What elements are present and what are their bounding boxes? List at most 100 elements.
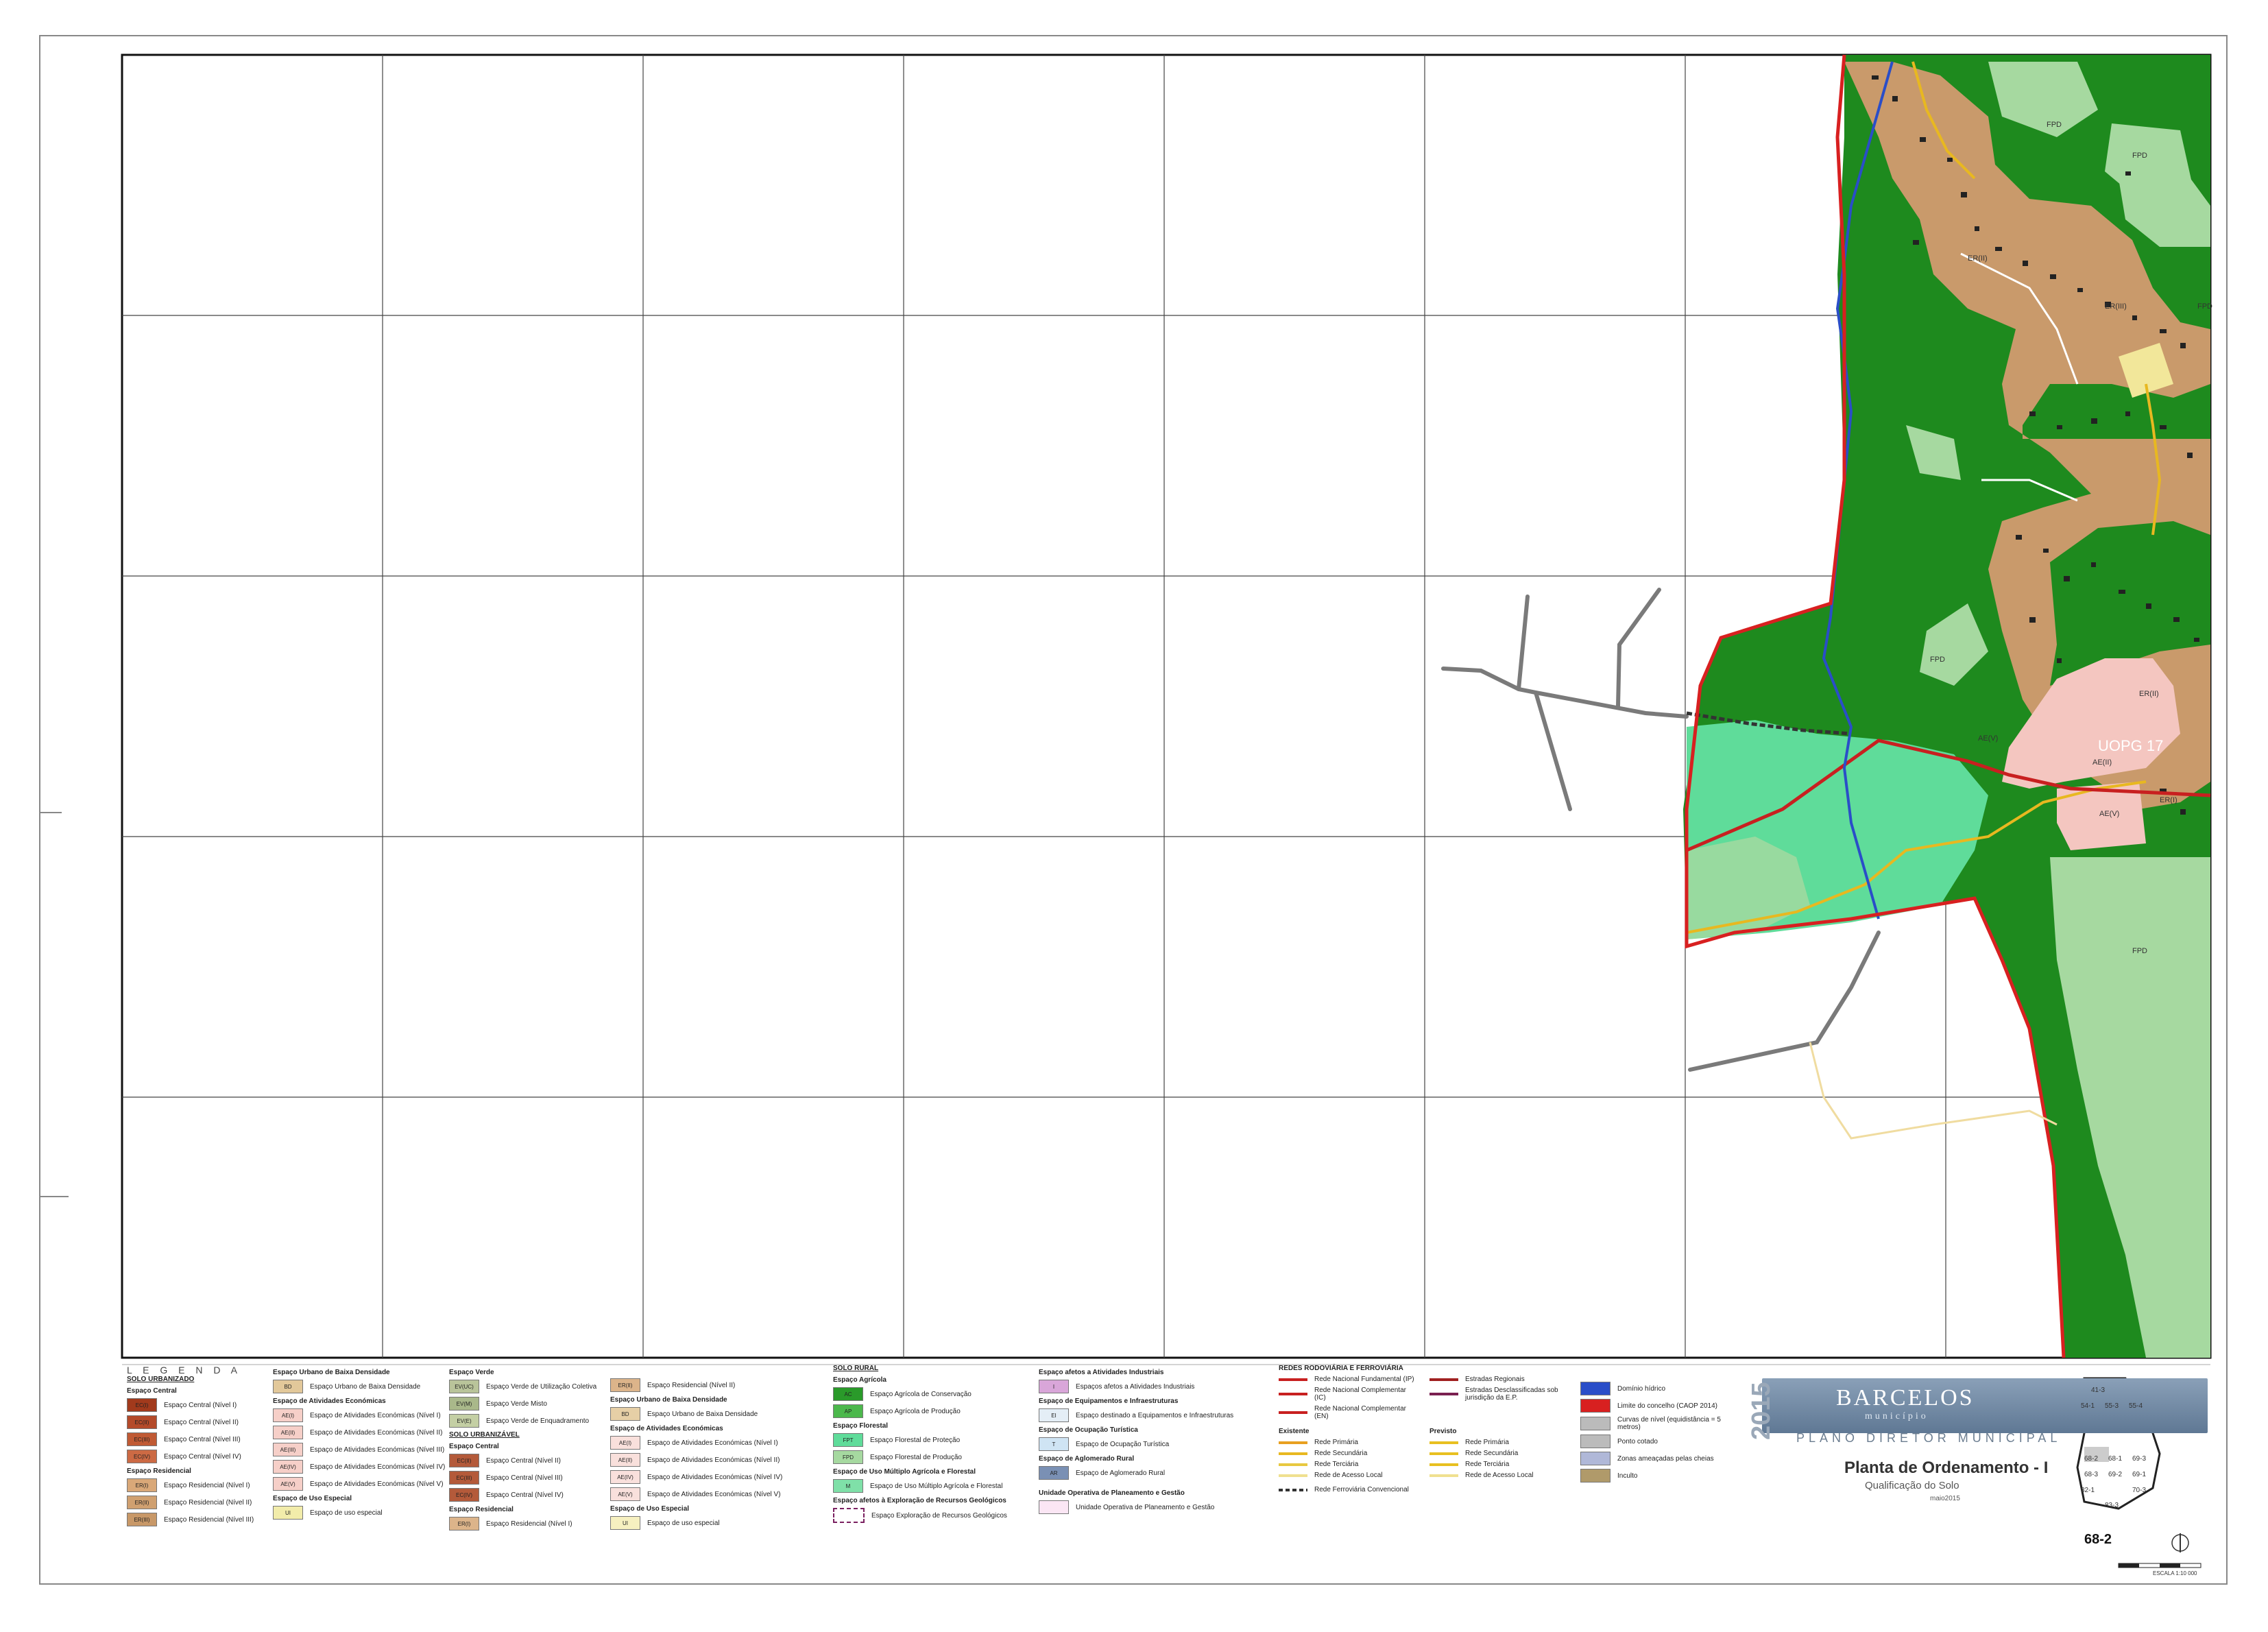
- map-label: FPD: [1930, 656, 1945, 664]
- legend-swatch: [1039, 1500, 1069, 1514]
- legend-swatch: [833, 1508, 865, 1523]
- legend-item-label: Ponto cotado: [1617, 1437, 1658, 1445]
- map-title: Planta de Ordenamento - I: [1844, 1459, 2049, 1477]
- legend-item-label: Espaço de Atividades Económicas (Nível I…: [310, 1411, 441, 1419]
- legend-item: EV(E) Espaço Verde de Enquadramento: [449, 1414, 596, 1428]
- legend-item-label: Rede Primária: [1465, 1439, 1509, 1446]
- legend-item: EC(IV) Espaço Central (Nível IV): [127, 1450, 254, 1463]
- legend-title: L E G E N D A: [127, 1365, 241, 1376]
- legend-swatch: [1279, 1463, 1307, 1466]
- legend-item: UI Espaço de uso especial: [273, 1506, 445, 1520]
- legend-swatch: AE(IV): [273, 1460, 303, 1474]
- legend-swatch: EI: [1039, 1408, 1069, 1422]
- legend-item-label: Curvas de nível (equidistância = 5 metro…: [1617, 1416, 1721, 1431]
- legend-item: AE(III) Espaço de Atividades Económicas (…: [273, 1443, 445, 1456]
- legend-swatch: [1580, 1382, 1610, 1395]
- legend-item: EC(I) Espaço Central (Nível I): [127, 1398, 254, 1412]
- legend-item-label: Rede Terciária: [1465, 1461, 1510, 1468]
- legend-swatch: EC(III): [449, 1471, 479, 1485]
- legend-item: ER(II) Espaço Residencial (Nível II): [610, 1378, 782, 1392]
- legend-item: BD Espaço Urbano de Baixa Densidade: [273, 1380, 445, 1393]
- legend-column: ER(II) Espaço Residencial (Nível II) Espa…: [610, 1375, 782, 1533]
- legend-swatch: ER(III): [127, 1513, 157, 1526]
- legend-swatch: EV(E): [449, 1414, 479, 1428]
- map-label: AE(V): [2099, 810, 2119, 818]
- legend-item-label: Espaço Residencial (Nível II): [647, 1381, 736, 1389]
- legend-item: Espaço Exploração de Recursos Geológicos: [833, 1508, 1007, 1523]
- legend-item: FPT Espaço Florestal de Proteção: [833, 1433, 1007, 1447]
- legend-item: Rede Primária: [1279, 1439, 1416, 1446]
- legend-item: ER(II) Espaço Residencial (Nível II): [127, 1496, 254, 1509]
- legend-item: BD Espaço Urbano de Baixa Densidade: [610, 1407, 782, 1421]
- map-label: FPD: [2132, 152, 2147, 160]
- legend-existing-label: Existente: [1279, 1428, 1310, 1435]
- legend-group-title: Espaço de Uso Múltiplo Agrícola e Flores…: [833, 1468, 976, 1476]
- legend-swatch: AP: [833, 1404, 863, 1418]
- legend-item-label: Espaço destinado a Equipamentos e Infrae…: [1076, 1411, 1234, 1419]
- legend-item-label: Espaço Central (Nível IV): [164, 1452, 241, 1461]
- keymap-cell-label: 41-3: [2091, 1387, 2106, 1394]
- keymap-cell-label: 70-3: [2132, 1487, 2147, 1494]
- legend-item-label: Domínio hídrico: [1617, 1384, 1666, 1393]
- legend-swatch: AE(V): [273, 1477, 303, 1491]
- legend-swatch: [1279, 1474, 1307, 1477]
- legend-group-title: REDES RODOVIÁRIA E FERROVIÁRIA: [1279, 1365, 1403, 1372]
- legend-swatch: ER(II): [127, 1496, 157, 1509]
- legend-item-label: Espaço Agrícola de Produção: [870, 1407, 961, 1415]
- legend-item-label: Rede de Acesso Local: [1465, 1472, 1534, 1479]
- legend-item-label: Espaço de Atividades Económicas (Nível I…: [310, 1428, 443, 1437]
- legend-item: Rede Secundária: [1279, 1450, 1416, 1457]
- legend-item: AE(I) Espaço de Atividades Económicas (Ní…: [610, 1436, 782, 1450]
- legend-swatch: EV(M): [449, 1397, 479, 1411]
- legend-swatch: M: [833, 1479, 863, 1493]
- legend-item-label: Espaço de Atividades Económicas (Nível I…: [647, 1473, 783, 1481]
- legend-item-label: Espaços afetos a Atividades Industriais: [1076, 1382, 1195, 1391]
- legend-item-label: Rede Ferroviária Convencional: [1314, 1486, 1409, 1493]
- legend-swatch: [1580, 1435, 1610, 1448]
- sheet-number: 68-2: [2084, 1532, 2112, 1547]
- map-label: AE(II): [2092, 758, 2112, 767]
- legend-item: AR Espaço de Aglomerado Rural: [1039, 1466, 1233, 1480]
- map-label: AE(V): [1978, 734, 1998, 743]
- legend-item-label: Rede Nacional Complementar (EN): [1314, 1405, 1406, 1420]
- legend-item-label: Espaço de Atividades Económicas (Nível V…: [647, 1490, 781, 1498]
- legend-group-title: Espaço de Uso Especial: [610, 1505, 690, 1513]
- legend-item: Curvas de nível (equidistância = 5 metro…: [1580, 1416, 1731, 1431]
- legend-item: EI Espaço destinado a Equipamentos e Infr…: [1039, 1408, 1233, 1422]
- scale-text: ESCALA 1:10 000: [2153, 1570, 2197, 1576]
- legend-item-label: Espaço Residencial (Nível I): [164, 1481, 250, 1489]
- legend-column: Espaço Verde EV(UC) Espaço Verde de Utili…: [449, 1365, 596, 1534]
- legend-item: EC(II) Espaço Central (Nível II): [449, 1454, 596, 1467]
- map-frame: FPD FPD FPD FPD ER(II) ER(III) AE(II) AE(V) AE(V…: [121, 53, 2212, 1359]
- legend-swatch: EC(III): [127, 1432, 157, 1446]
- legend-item-label: Espaço de Uso Múltiplo Agrícola e Flores…: [870, 1482, 1003, 1490]
- legend-swatch: AR: [1039, 1466, 1069, 1480]
- legend-item-label: Espaço Verde Misto: [486, 1400, 547, 1408]
- legend-item-label: Espaço de Atividades Económicas (Nível I…: [310, 1445, 445, 1454]
- legend-item: EV(UC) Espaço Verde de Utilização Coletiv…: [449, 1380, 596, 1393]
- legend-group-title: Espaço de Atividades Económicas: [610, 1425, 723, 1432]
- legend-group-title: SOLO URBANIZÁVEL: [449, 1431, 520, 1439]
- legend-swatch: AE(I): [273, 1408, 303, 1422]
- legend-column: Espaço Urbano de Baixa Densidade BD Espaç…: [273, 1365, 445, 1523]
- legend-group-title: Espaço Residencial: [449, 1506, 514, 1513]
- legend-item-label: Rede de Acesso Local: [1314, 1472, 1383, 1479]
- legend-item: Rede Terciária: [1429, 1461, 1567, 1468]
- legend-swatch: EC(I): [127, 1398, 157, 1412]
- legend-item: AE(V) Espaço de Atividades Económicas (Ní…: [273, 1477, 445, 1491]
- legend-group-title: Espaço Florestal: [833, 1422, 889, 1430]
- map-label: ER(II): [2139, 690, 2159, 698]
- legend-item-label: Zonas ameaçadas pelas cheias: [1617, 1454, 1714, 1463]
- legend-item: Rede Nacional Fundamental (IP): [1279, 1376, 1416, 1383]
- legend-swatch: FPD: [833, 1450, 863, 1464]
- legend-group-title: Espaço de Equipamentos e Infraestruturas: [1039, 1397, 1179, 1405]
- legend-item-label: Espaço de uso especial: [647, 1519, 720, 1527]
- legend-item: Estradas Desclassificadas sob jurisdição…: [1429, 1387, 1567, 1402]
- legend-swatch: BD: [610, 1407, 640, 1421]
- legend-item-label: Rede Secundária: [1314, 1450, 1368, 1457]
- legend-item-label: Espaço Central (Nível II): [164, 1418, 239, 1426]
- legend-item: Domínio hídrico: [1580, 1382, 1731, 1395]
- legend-item-label: Espaço Urbano de Baixa Densidade: [310, 1382, 421, 1391]
- legend-item: Rede Terciária: [1279, 1461, 1416, 1468]
- legend-item-label: Espaço de Ocupação Turística: [1076, 1440, 1170, 1448]
